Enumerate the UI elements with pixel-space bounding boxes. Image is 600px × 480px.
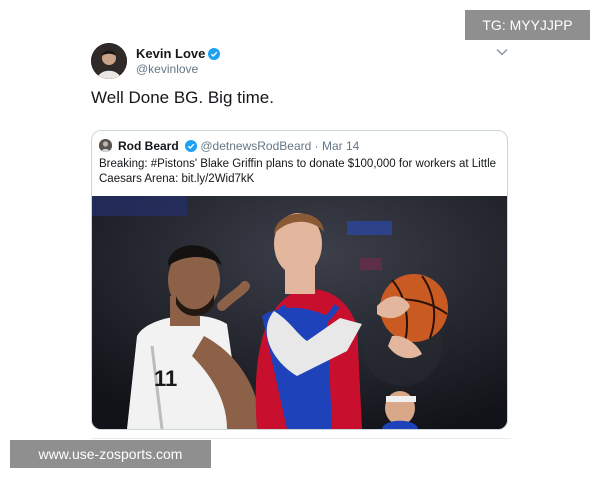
- quoted-tweet-photo[interactable]: 11: [92, 196, 507, 429]
- author-handle[interactable]: @kevinlove: [136, 62, 198, 76]
- watermark-url: www.use-zosports.com: [10, 440, 211, 468]
- quoted-tweet-date[interactable]: Mar 14: [322, 139, 359, 153]
- watermark-telegram: TG: MYYJJPP: [465, 10, 590, 40]
- author-avatar[interactable]: [91, 43, 127, 79]
- tweet-text: Well Done BG. Big time.: [91, 88, 274, 107]
- tweet: Kevin Love @kevinlove Well Done BG. Big …: [0, 0, 600, 480]
- quoted-author-name[interactable]: Rod Beard: [118, 139, 179, 153]
- svg-text:11: 11: [154, 366, 177, 391]
- header-separator: ·: [314, 139, 319, 153]
- divider: [91, 438, 511, 439]
- quoted-tweet-text: Breaking: #Pistons' Blake Griffin plans …: [99, 158, 497, 185]
- quoted-author-handle[interactable]: @detnewsRodBeard: [200, 139, 311, 153]
- verified-badge-icon: [185, 140, 198, 152]
- author-name[interactable]: Kevin Love: [136, 46, 221, 61]
- chevron-down-icon[interactable]: [496, 48, 508, 56]
- quoted-author-avatar: [99, 139, 112, 152]
- quoted-tweet-card[interactable]: Rod Beard @detnewsRodBeard · Mar 14 Brea…: [91, 130, 508, 430]
- verified-badge-icon: [208, 48, 221, 60]
- quoted-tweet-header: Rod Beard @detnewsRodBeard · Mar 14: [118, 139, 359, 153]
